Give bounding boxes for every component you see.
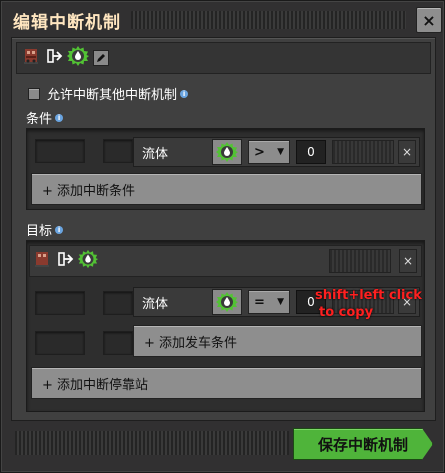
drag-handle[interactable]: [131, 11, 406, 29]
info-icon: i: [180, 89, 189, 98]
footer-drag-handle[interactable]: [15, 431, 289, 455]
add-interrupt-condition-button[interactable]: + 添加中断条件: [31, 173, 422, 205]
comparator-dropdown[interactable]: > ▼: [248, 140, 290, 164]
add-departure-condition-button[interactable]: + 添加发车条件: [133, 325, 422, 357]
train-stop-icon: [34, 249, 54, 273]
targets-title: 目标: [26, 224, 53, 239]
fluid-signal-icon: [67, 45, 89, 71]
window-title: 编辑中断机制: [13, 12, 121, 33]
comparator-value: >: [254, 144, 265, 160]
add-interrupt-stop-button[interactable]: + 添加中断停靠站: [31, 367, 422, 399]
tooltip-line-1: shift+left click: [315, 288, 422, 303]
info-icon: i: [55, 113, 64, 122]
empty-slot: [35, 139, 85, 163]
chevron-down-icon: ▼: [277, 147, 284, 157]
remove-condition-button[interactable]: ×: [398, 140, 416, 164]
drag-handle[interactable]: [332, 140, 394, 164]
empty-slot: [103, 139, 133, 163]
train-stop-icon: [23, 46, 43, 70]
close-button[interactable]: ×: [416, 7, 442, 33]
targets-heading: 目标 i: [26, 220, 64, 239]
empty-slot: [35, 331, 85, 355]
conditions-title: 条件: [26, 112, 53, 127]
enter-arrow-icon: [47, 48, 63, 68]
interrupt-editor-window: 编辑中断机制 × 允许中断其他中断机制 i 条件 i 流体 > ▼ 0 × + …: [0, 0, 445, 473]
fluid-signal-icon[interactable]: [212, 289, 242, 315]
interrupt-content-panel: 允许中断其他中断机制 i 条件 i 流体 > ▼ 0 × + 添加中断条件 目标…: [11, 37, 436, 421]
info-icon: i: [55, 225, 64, 234]
empty-slot: [35, 291, 85, 315]
allow-interrupt-checkbox[interactable]: [28, 87, 40, 100]
allow-interrupt-label: 允许中断其他中断机制: [47, 88, 178, 103]
fluid-signal-icon[interactable]: [212, 139, 242, 165]
remove-target-button[interactable]: ×: [399, 249, 417, 273]
targets-section: × 流体 = ▼ 0 × + 添加发车条件 + 添加中断停靠站: [26, 240, 425, 412]
chevron-down-icon: ▼: [277, 297, 284, 307]
comparator-value: =: [254, 294, 265, 310]
conditions-section: 流体 > ▼ 0 × + 添加中断条件: [26, 128, 425, 210]
conditions-heading: 条件 i: [26, 108, 64, 127]
enter-arrow-icon: [58, 251, 74, 271]
empty-slot: [103, 331, 133, 355]
condition-signal-label: 流体: [142, 146, 169, 162]
save-interrupt-button[interactable]: 保存中断机制: [293, 428, 433, 460]
condition-row[interactable]: 流体 > ▼ 0 ×: [133, 137, 420, 167]
title-bar[interactable]: 编辑中断机制 ×: [5, 5, 442, 35]
edit-pencil-icon[interactable]: [93, 50, 109, 66]
empty-slot: [103, 291, 133, 315]
fluid-signal-icon: [78, 249, 98, 273]
allow-interrupt-row[interactable]: 允许中断其他中断机制 i: [28, 84, 189, 103]
tooltip-line-2: to copy: [319, 305, 374, 320]
interrupt-name-strip: [16, 42, 431, 74]
comparator-dropdown[interactable]: = ▼: [248, 290, 290, 314]
condition-value-field[interactable]: 0: [296, 140, 326, 164]
condition-signal-label: 流体: [142, 296, 169, 312]
drag-handle[interactable]: [329, 249, 391, 273]
copy-tooltip: shift+left click to copy: [315, 287, 422, 321]
target-stop-row[interactable]: ×: [29, 245, 422, 277]
